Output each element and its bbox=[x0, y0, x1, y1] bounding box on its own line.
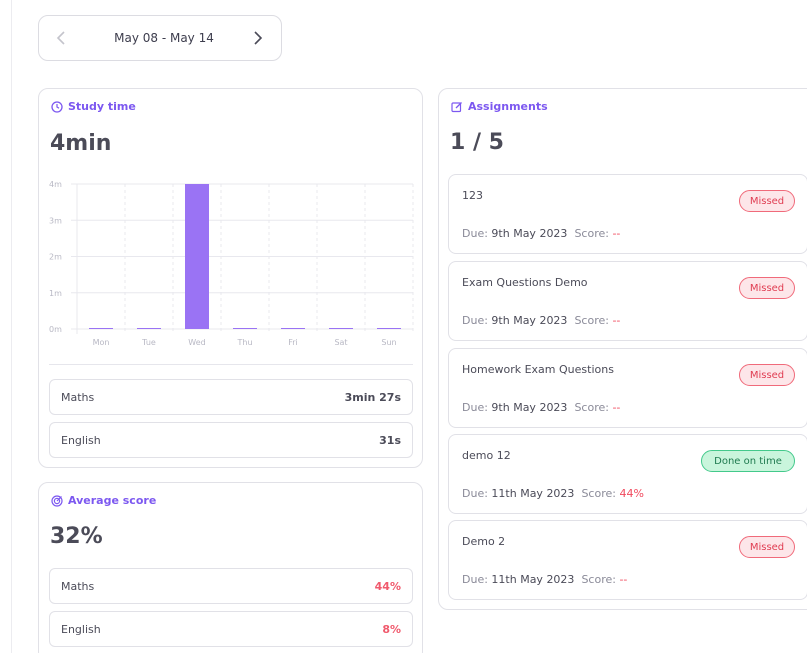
assignments-header: Assignments bbox=[451, 100, 548, 113]
assignment-item[interactable]: Demo 2 Missed Due: 11th May 2023 Score: … bbox=[448, 520, 807, 600]
assignment-title: Exam Questions Demo bbox=[462, 276, 588, 289]
subject-score: 8% bbox=[382, 622, 401, 636]
assignment-due: Due: 9th May 2023 Score: -- bbox=[462, 401, 620, 414]
x-tick-label: Mon bbox=[93, 338, 110, 347]
status-badge: Done on time bbox=[701, 450, 795, 472]
average-score-total: 32% bbox=[50, 524, 103, 549]
status-badge: Missed bbox=[739, 190, 795, 212]
score-value: -- bbox=[612, 401, 621, 414]
week-range-label: May 08 - May 14 bbox=[114, 31, 214, 45]
x-tick-label: Fri bbox=[288, 338, 298, 347]
due-date: 9th May 2023 bbox=[491, 227, 568, 240]
bar-tue bbox=[137, 328, 161, 329]
assignment-title: Demo 2 bbox=[462, 535, 506, 548]
clock-icon bbox=[51, 100, 63, 113]
y-tick-label: 0m bbox=[49, 325, 62, 334]
assignments-title: Assignments bbox=[468, 100, 548, 113]
y-tick-label: 2m bbox=[49, 253, 62, 262]
previous-week-button[interactable] bbox=[39, 16, 85, 60]
assignment-due: Due: 11th May 2023 Score: -- bbox=[462, 573, 627, 586]
assignments-card: Assignments 1 / 5 123 Missed Due: 9th Ma… bbox=[438, 88, 807, 610]
score-value: 44% bbox=[619, 487, 644, 500]
bar-fri bbox=[281, 328, 305, 329]
edit-square-icon bbox=[451, 101, 462, 112]
due-label: Due: bbox=[462, 487, 488, 500]
assignments-total: 1 / 5 bbox=[450, 130, 504, 155]
score-subject-row-maths: Maths 44% bbox=[49, 568, 413, 604]
assignment-due: Due: 9th May 2023 Score: -- bbox=[462, 227, 620, 240]
y-tick-label: 3m bbox=[49, 216, 62, 225]
score-value: -- bbox=[612, 314, 621, 327]
target-icon bbox=[51, 494, 63, 507]
y-tick-label: 1m bbox=[49, 289, 62, 298]
subject-name: English bbox=[61, 433, 101, 447]
subject-time: 3min 27s bbox=[344, 390, 401, 404]
left-divider bbox=[11, 0, 12, 653]
next-week-button[interactable] bbox=[235, 16, 281, 60]
week-navigator: May 08 - May 14 bbox=[38, 15, 282, 61]
x-tick-label: Sat bbox=[334, 338, 347, 347]
score-label: Score: bbox=[574, 314, 609, 327]
status-badge: Missed bbox=[739, 536, 795, 558]
score-label: Score: bbox=[574, 401, 609, 414]
subject-score: 44% bbox=[374, 579, 401, 593]
chevron-right-icon bbox=[254, 31, 263, 45]
due-label: Due: bbox=[462, 227, 488, 240]
study-time-card: Study time 4min 0m 1m 2m 3m 4m Mon Tue Wed Thu Fr… bbox=[38, 88, 423, 468]
bar-wed bbox=[185, 184, 209, 329]
assignment-title: Homework Exam Questions bbox=[462, 363, 614, 376]
due-label: Due: bbox=[462, 401, 488, 414]
chart-divider bbox=[49, 364, 413, 365]
due-date: 11th May 2023 bbox=[491, 487, 575, 500]
bar-thu bbox=[233, 328, 257, 329]
score-label: Score: bbox=[574, 227, 609, 240]
study-time-total: 4min bbox=[50, 131, 112, 156]
status-badge: Missed bbox=[739, 364, 795, 386]
due-label: Due: bbox=[462, 573, 488, 586]
due-date: 11th May 2023 bbox=[491, 573, 575, 586]
assignment-due: Due: 11th May 2023 Score: 44% bbox=[462, 487, 644, 500]
due-date: 9th May 2023 bbox=[491, 314, 568, 327]
bar-sun bbox=[377, 328, 401, 329]
average-score-header: Average score bbox=[51, 494, 156, 507]
assignment-title: demo 12 bbox=[462, 449, 511, 462]
x-tick-label: Tue bbox=[141, 338, 156, 347]
x-tick-label: Thu bbox=[236, 338, 252, 347]
subject-time: 31s bbox=[379, 433, 401, 447]
x-tick-label: Sun bbox=[381, 338, 396, 347]
bar-sat bbox=[329, 328, 353, 329]
study-time-title: Study time bbox=[68, 100, 136, 113]
subject-name: Maths bbox=[61, 390, 95, 404]
x-tick-label: Wed bbox=[188, 338, 205, 347]
subject-name: English bbox=[61, 622, 101, 636]
chevron-left-icon bbox=[56, 31, 65, 45]
score-value: -- bbox=[619, 573, 628, 586]
y-tick-label: 4m bbox=[49, 180, 62, 189]
study-subject-row-english: English 31s bbox=[49, 422, 413, 458]
due-label: Due: bbox=[462, 314, 488, 327]
assignment-item[interactable]: demo 12 Done on time Due: 11th May 2023 … bbox=[448, 434, 807, 514]
score-value: -- bbox=[612, 227, 621, 240]
study-time-header: Study time bbox=[51, 100, 136, 113]
assignment-item[interactable]: Homework Exam Questions Missed Due: 9th … bbox=[448, 348, 807, 428]
score-label: Score: bbox=[581, 573, 616, 586]
due-date: 9th May 2023 bbox=[491, 401, 568, 414]
study-subject-row-maths: Maths 3min 27s bbox=[49, 379, 413, 415]
assignment-item[interactable]: Exam Questions Demo Missed Due: 9th May … bbox=[448, 261, 807, 341]
status-badge: Missed bbox=[739, 277, 795, 299]
study-time-chart: 0m 1m 2m 3m 4m Mon Tue Wed Thu Fri Sat Sun bbox=[49, 179, 414, 349]
average-score-title: Average score bbox=[68, 494, 157, 507]
score-label: Score: bbox=[581, 487, 616, 500]
assignment-item[interactable]: 123 Missed Due: 9th May 2023 Score: -- bbox=[448, 174, 807, 254]
study-time-bar-chart: 0m 1m 2m 3m 4m Mon Tue Wed Thu Fri Sat Sun bbox=[49, 180, 414, 347]
score-subject-row-english: English 8% bbox=[49, 611, 413, 647]
average-score-card: Average score 32% Maths 44% English 8% bbox=[38, 482, 423, 653]
bar-mon bbox=[89, 328, 113, 329]
assignment-due: Due: 9th May 2023 Score: -- bbox=[462, 314, 620, 327]
assignment-title: 123 bbox=[462, 189, 483, 202]
subject-name: Maths bbox=[61, 579, 95, 593]
